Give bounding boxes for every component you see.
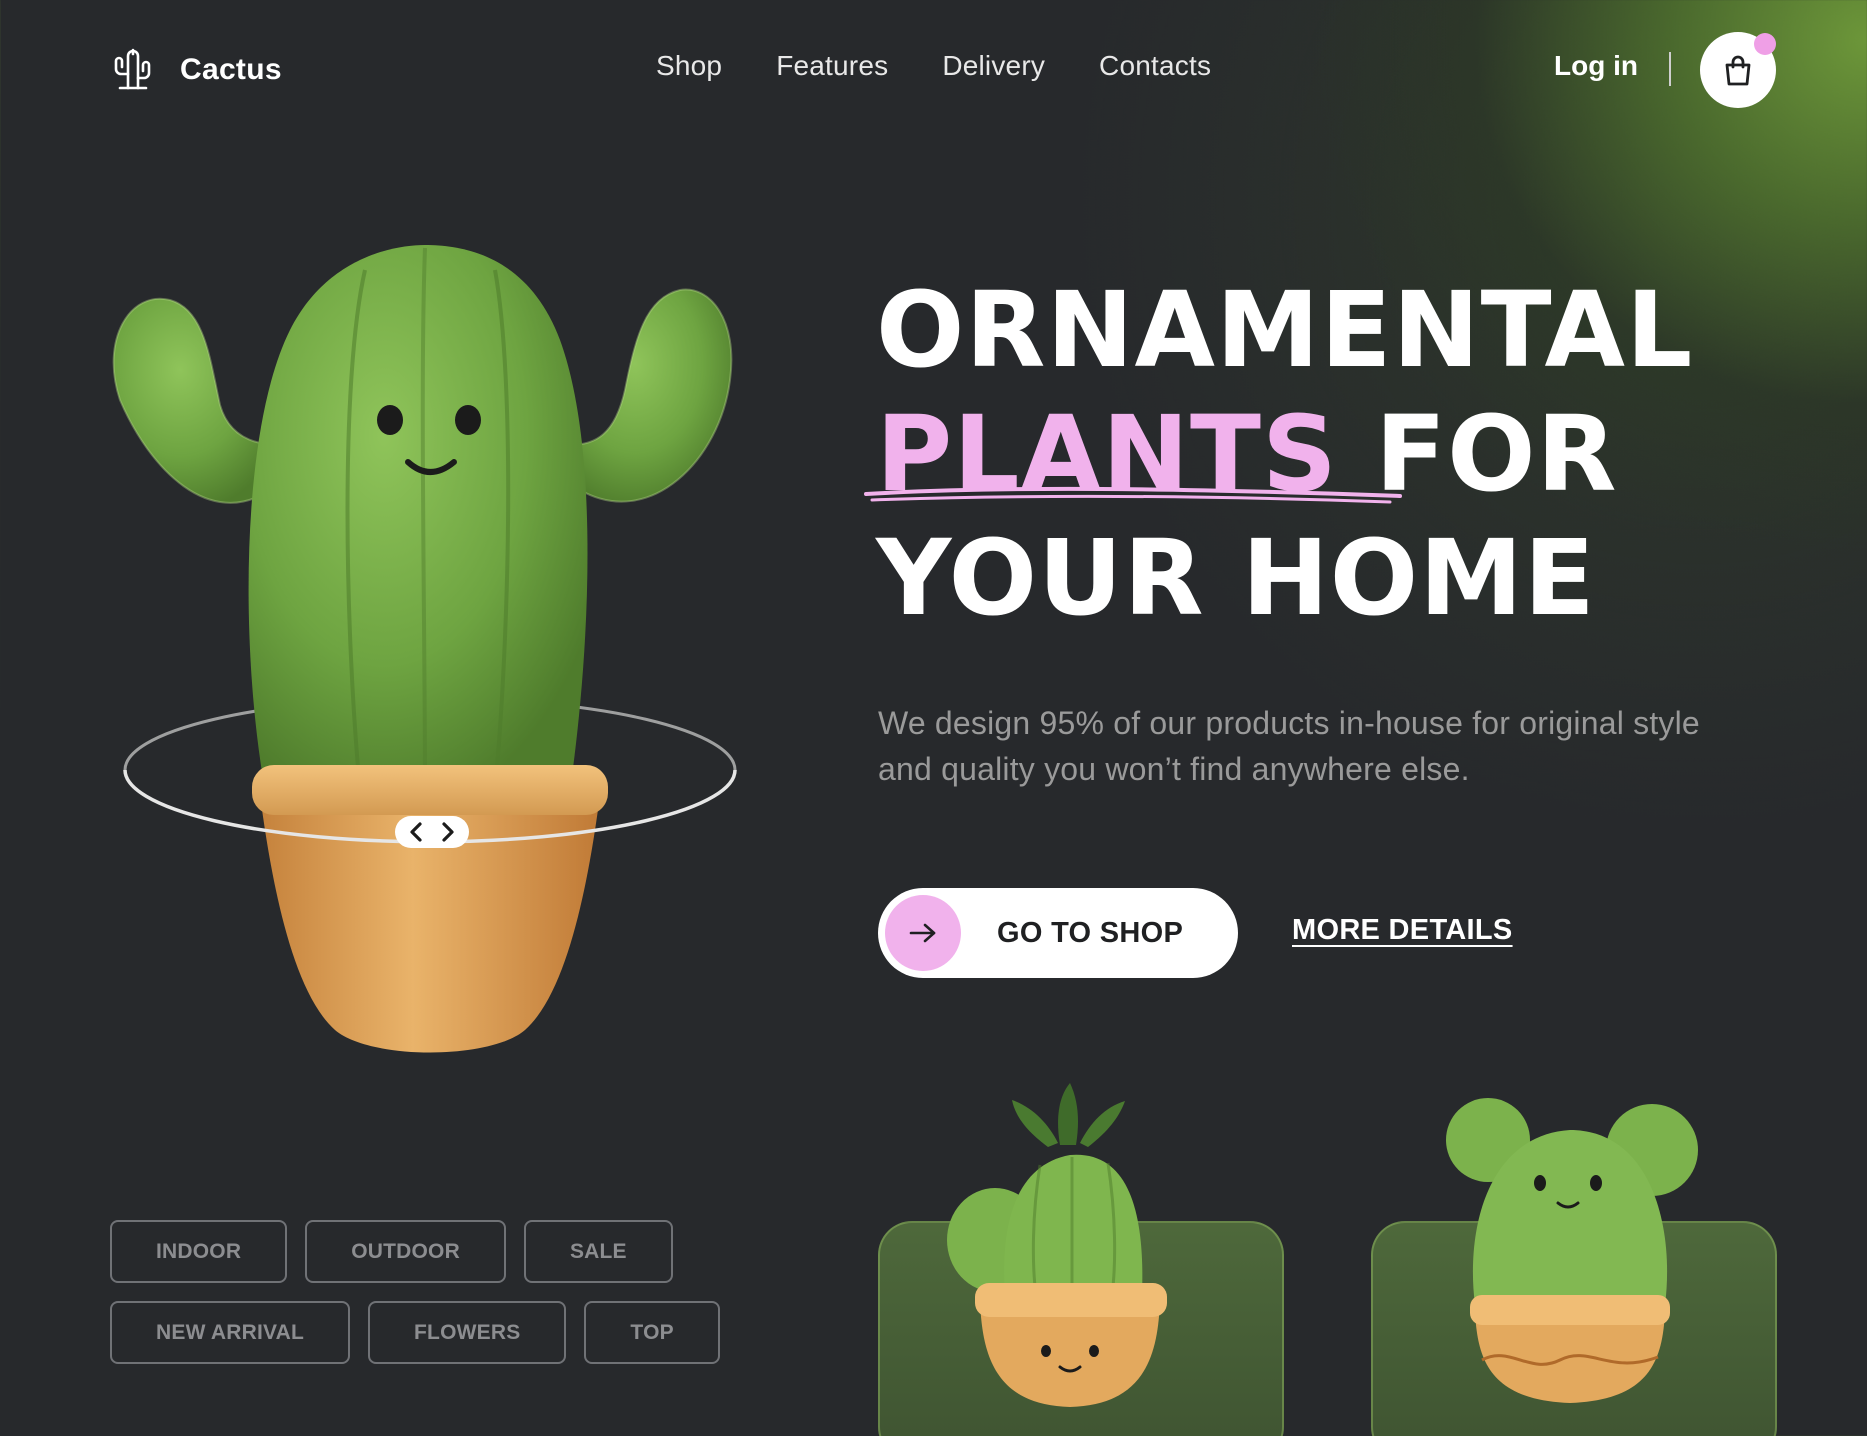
brand-logo[interactable]: Cactus <box>110 46 282 94</box>
go-to-shop-button[interactable]: GO TO SHOP <box>878 888 1238 978</box>
site-header: Cactus Shop Features Delivery Contacts L… <box>0 0 1867 140</box>
category-tags: INDOOR OUTDOOR SALE NEW ARRIVAL FLOWERS … <box>110 1220 720 1382</box>
tag-indoor[interactable]: INDOOR <box>110 1220 288 1283</box>
shopping-bag-icon <box>1722 53 1754 87</box>
arrow-right-icon <box>885 895 961 971</box>
tag-new-arrival[interactable]: NEW ARRIVAL <box>110 1301 351 1364</box>
tag-row-2: NEW ARRIVAL FLOWERS TOP <box>110 1301 720 1364</box>
headline-line-1: ORNAMENTAL <box>876 269 1694 391</box>
tag-top[interactable]: TOP <box>584 1301 720 1364</box>
header-divider <box>1669 52 1671 86</box>
cart-notification-dot <box>1754 33 1776 55</box>
tag-row-1: INDOOR OUTDOOR SALE <box>110 1220 720 1283</box>
nav-item-contacts[interactable]: Contacts <box>1099 50 1211 82</box>
cactus-icon <box>110 48 156 92</box>
nav-item-shop[interactable]: Shop <box>656 50 722 82</box>
small-cactus-illustration-1 <box>947 1083 1167 1407</box>
cactus-illustration <box>112 245 737 1053</box>
tag-outdoor[interactable]: OUTDOOR <box>305 1220 506 1283</box>
tag-sale[interactable]: SALE <box>523 1220 673 1283</box>
hero-headline: ORNAMENTAL PLANTS FOR YOUR HOME <box>876 268 1836 640</box>
hero-subtitle: We design 95% of our products in-house f… <box>878 705 1700 787</box>
highlight-underline <box>864 486 1402 504</box>
headline-line-3: YOUR HOME <box>876 517 1596 639</box>
go-to-shop-label: GO TO SHOP <box>997 916 1184 949</box>
nav-item-delivery[interactable]: Delivery <box>942 50 1045 82</box>
login-link[interactable]: Log in <box>1554 50 1638 82</box>
brand-name: Cactus <box>180 53 282 86</box>
small-cactus-illustration-2 <box>1446 1098 1698 1403</box>
tag-flowers[interactable]: FLOWERS <box>368 1301 567 1364</box>
nav-item-features[interactable]: Features <box>776 50 888 82</box>
headline-line-2-rest: FOR <box>1375 393 1618 515</box>
more-details-link[interactable]: MORE DETAILS <box>1292 914 1513 947</box>
main-nav: Shop Features Delivery Contacts <box>656 50 1211 82</box>
